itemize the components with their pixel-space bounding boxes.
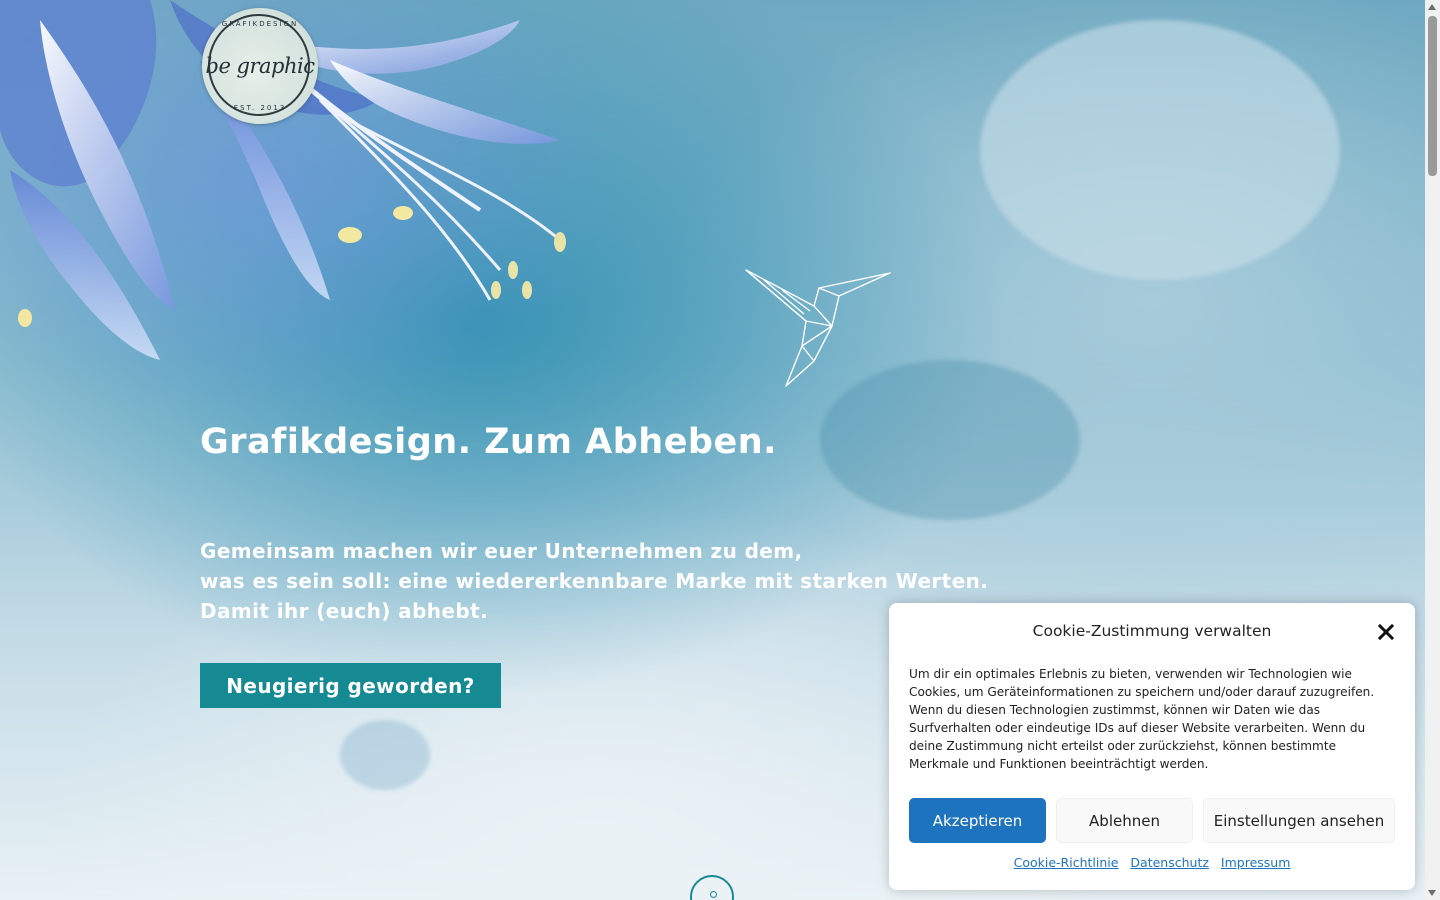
cookie-policy-link[interactable]: Cookie-Richtlinie [1014,855,1119,870]
privacy-link[interactable]: Datenschutz [1130,855,1209,870]
scroll-down-icon[interactable] [690,875,734,900]
logo-top-text: GRAFIKDESIGN [221,20,299,28]
hero-subline: Gemeinsam machen wir euer Unternehmen zu… [200,536,988,626]
logo-bottom-text: EST. 2013 [233,104,287,112]
cookie-dialog-title: Cookie-Zustimmung verwalten [1032,622,1272,640]
brand-logo[interactable]: GRAFIKDESIGN be graphic EST. 2013 [202,8,318,124]
scrollbar-thumb[interactable] [1428,16,1437,176]
watercolor-blob [980,20,1340,280]
cookie-consent-dialog: Cookie-Zustimmung verwalten Um dir ein o… [889,603,1415,890]
hero-subline-line: Gemeinsam machen wir euer Unternehmen zu… [200,539,803,563]
curious-cta-button[interactable]: Neugierig geworden? [200,663,501,708]
deny-cookies-button[interactable]: Ablehnen [1056,798,1193,843]
hero-subline-line: Damit ihr (euch) abhebt. [200,599,489,623]
view-preferences-button[interactable]: Einstellungen ansehen [1203,798,1395,843]
accept-cookies-button[interactable]: Akzeptieren [909,798,1046,843]
scroll-up-arrow-icon[interactable] [1428,4,1436,10]
hero-subline-line: was es sein soll: eine wiedererkennbare … [200,569,989,593]
page-scrollbar[interactable] [1425,0,1440,900]
cookie-dialog-text: Um dir ein optimales Erlebnis zu bieten,… [909,667,1375,771]
close-icon[interactable] [1377,623,1395,641]
imprint-link[interactable]: Impressum [1221,855,1290,870]
scroll-dot [710,891,717,898]
watercolor-blob [340,720,430,790]
cookie-dialog-links: Cookie-Richtlinie Datenschutz Impressum [889,855,1415,870]
hero-headline: Grafikdesign. Zum Abheben. [200,422,777,462]
logo-main-text: be graphic [205,54,316,78]
hummingbird-icon [745,269,891,387]
scroll-down-arrow-icon[interactable] [1428,890,1436,896]
